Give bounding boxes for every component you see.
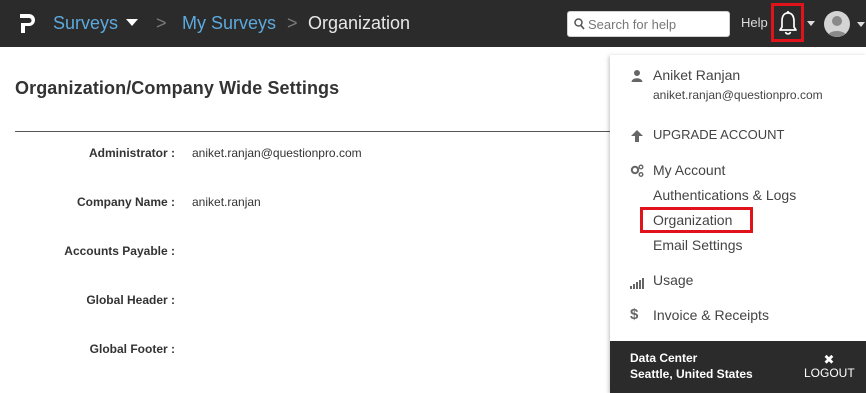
- invoice-receipts-link[interactable]: $ Invoice & Receipts: [610, 307, 866, 327]
- account-menu-footer: Data Center Seattle, United States ✖ LOG…: [610, 341, 866, 393]
- global-header-label: Global Header :: [86, 293, 175, 307]
- administrator-label: Administrator :: [88, 146, 175, 160]
- bell-icon: [779, 11, 797, 35]
- page-title: Organization/Company Wide Settings: [15, 78, 340, 98]
- my-account-label: My Account: [653, 162, 726, 178]
- user-icon: [631, 70, 643, 82]
- breadcrumb-separator: >: [287, 13, 298, 33]
- questionpro-logo-icon[interactable]: [14, 9, 40, 37]
- authentications-logs-link[interactable]: Authentications & Logs: [610, 187, 866, 207]
- help-search-input[interactable]: [588, 15, 726, 33]
- help-link[interactable]: Help: [741, 15, 768, 30]
- logout-button[interactable]: ✖ LOGOUT: [804, 352, 855, 380]
- upgrade-account-link[interactable]: UPGRADE ACCOUNT: [610, 127, 866, 147]
- surveys-menu-label: Surveys: [53, 13, 119, 33]
- user-avatar-icon[interactable]: [824, 11, 850, 37]
- caret-down-icon: [126, 19, 139, 26]
- logout-label: LOGOUT: [804, 366, 855, 380]
- my-account-header[interactable]: My Account: [610, 162, 866, 182]
- breadcrumb-current-page: Organization: [308, 13, 411, 33]
- data-center-location: Seattle, United States: [630, 367, 753, 381]
- usage-label: Usage: [653, 272, 694, 288]
- gears-icon: [630, 164, 644, 177]
- administrator-value: aniket.ranjan@questionpro.com: [192, 146, 362, 160]
- user-email: aniket.ranjan@questionpro.com: [653, 88, 823, 102]
- help-search-box[interactable]: [567, 11, 730, 37]
- top-navigation-bar: Surveys > My Surveys > Organization Help: [0, 0, 866, 47]
- usage-link[interactable]: Usage: [610, 272, 866, 292]
- chevron-down-icon[interactable]: [807, 21, 815, 26]
- email-settings-label: Email Settings: [653, 237, 743, 253]
- upgrade-account-label: UPGRADE ACCOUNT: [653, 127, 785, 142]
- data-center-label: Data Center: [630, 351, 698, 365]
- signal-bars-icon: [630, 278, 644, 289]
- search-icon: [574, 18, 585, 30]
- user-name: Aniket Ranjan: [653, 67, 741, 83]
- chevron-down-icon[interactable]: [857, 22, 865, 27]
- breadcrumb-separator: >: [156, 13, 167, 33]
- invoice-receipts-label: Invoice & Receipts: [653, 307, 769, 323]
- email-settings-link[interactable]: Email Settings: [610, 237, 866, 257]
- authentications-logs-label: Authentications & Logs: [653, 187, 797, 203]
- title-divider: [15, 131, 615, 132]
- company-name-label: Company Name :: [76, 195, 175, 209]
- arrow-up-icon: [631, 130, 643, 142]
- accounts-payable-label: Accounts Payable :: [64, 244, 175, 258]
- global-footer-label: Global Footer :: [89, 342, 175, 356]
- dollar-icon: $: [630, 306, 639, 323]
- data-center-info: Data Center Seattle, United States: [630, 350, 753, 382]
- organization-highlight: [640, 207, 753, 233]
- surveys-menu[interactable]: Surveys: [53, 11, 139, 35]
- breadcrumb-my-surveys[interactable]: My Surveys: [182, 11, 276, 35]
- user-info: Aniket Ranjan aniket.ranjan@questionpro.…: [610, 67, 866, 107]
- company-name-value: aniket.ranjan: [192, 195, 261, 209]
- close-icon: ✖: [823, 352, 835, 367]
- notifications-button[interactable]: [771, 3, 804, 42]
